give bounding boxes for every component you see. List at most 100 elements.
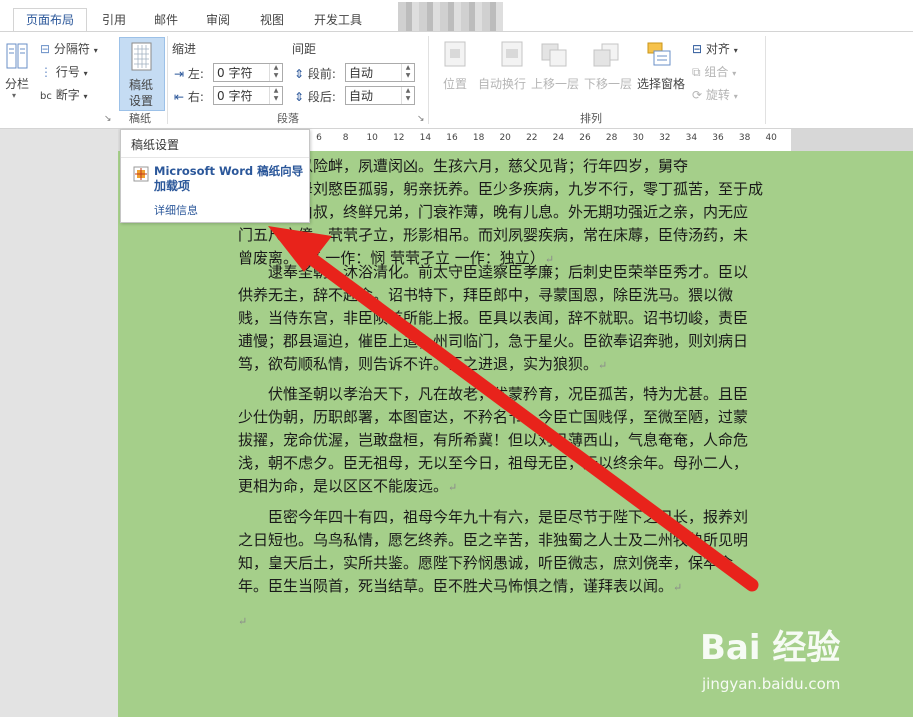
tab-mailings[interactable]: 邮件: [144, 9, 188, 31]
indent-right-icon: ⇤: [174, 90, 185, 104]
text-line: 之日短也。乌鸟私情，愿乞终养。臣之辛苦，非独蜀之人士及二州牧伯所见明: [238, 531, 749, 549]
paragraph-mark: ↵: [448, 481, 458, 494]
send-backward-button[interactable]: 下移一层: [584, 75, 632, 92]
spacing-before-icon: ⇕: [294, 67, 305, 81]
ribbon: 分栏 ▾ ⊟ 分隔符 ▾ ⋮ 行号 ▾ bc 断字 ▾ ↘ 稿纸 设置 稿纸 缩…: [0, 31, 913, 129]
hyphenation-button[interactable]: bc 断字 ▾: [40, 86, 88, 103]
position-button[interactable]: 位置: [443, 75, 467, 92]
bring-forward-button[interactable]: 上移一层: [531, 75, 579, 92]
text-line: 门五尺之僮，茕茕孑立，形影相吊。而刘夙婴疾病，常在床蓐，臣侍汤药，未: [238, 226, 749, 244]
indent-left-icon: ⇥: [174, 67, 185, 81]
indent-left-label: ⇥ 左:: [174, 67, 204, 81]
rotate-icon: ⟳: [692, 88, 703, 102]
group-button[interactable]: ⧉ 组合 ▾: [692, 63, 736, 80]
columns-icon: [6, 42, 28, 75]
paragraph-group-label: 段落: [277, 112, 299, 125]
ruler-tick-label: 40: [765, 133, 777, 143]
line-numbers-button[interactable]: ⋮ 行号 ▾: [40, 63, 88, 80]
spacing-after-input[interactable]: 自动 ▲ ▼: [345, 86, 415, 105]
manuscript-label-2: 设置: [129, 94, 154, 108]
paragraph-launcher-icon[interactable]: ↘: [417, 114, 425, 124]
spinner-arrows-icon[interactable]: ▲ ▼: [401, 87, 414, 104]
ruler-tick-label: 12: [393, 133, 405, 143]
align-button[interactable]: ⊟ 对齐 ▾: [692, 40, 738, 57]
tab-developer[interactable]: 开发工具: [306, 9, 370, 31]
baidu-watermark: Bai 经验 jingyan.baidu.com: [700, 620, 900, 710]
manuscript-label-1: 稿纸: [129, 78, 154, 92]
ruler-tick-label: 22: [526, 133, 538, 143]
hyphenation-icon: bc: [40, 91, 52, 102]
spacing-before-label: ⇕ 段前:: [294, 67, 336, 81]
manuscript-icon: [130, 42, 154, 75]
spinner-arrows-icon[interactable]: ▲ ▼: [269, 87, 282, 104]
text-line: 伏惟圣朝以孝治天下，凡在故老，犹蒙矜育，况臣孤苦，特为尤甚。且臣: [268, 385, 749, 403]
paragraph-mark: ↵: [673, 581, 683, 594]
empty-paragraph: ↵: [238, 609, 768, 633]
tab-references[interactable]: 引用: [92, 9, 136, 31]
text-line: 知，皇天后土，实所共鉴。愿陛下矜悯愚诚，听臣微志，庶刘侥幸，保卒余: [238, 554, 734, 572]
paragraph-2: 逮奉圣朝，沐浴清化。前太守臣逵察臣孝廉；后刺史臣荣举臣秀才。臣以 供养无主，辞不…: [238, 261, 768, 377]
tab-review[interactable]: 审阅: [196, 9, 240, 31]
text-line: 母志。祖母刘愍臣孤弱，躬亲抚养。臣少多疾病，九岁不行，零丁孤苦，至于成: [238, 180, 764, 198]
columns-button[interactable]: 分栏: [5, 75, 29, 92]
manuscript-tooltip: 稿纸设置 Microsoft Word 稿纸向导 加载项 详细信息: [120, 129, 310, 223]
group-icon: ⧉: [692, 65, 701, 79]
bring-forward-icon: [540, 40, 570, 71]
text-line: 贱，当侍东宫，非臣陨首所能上报。臣具以表闻，辞不就职。诏书切峻，责臣: [238, 309, 749, 327]
text-line: 笃，欲苟顺私情，则告诉不许。臣之进退，实为狼狈。↵: [238, 355, 608, 373]
wrap-text-button[interactable]: 自动换行: [478, 75, 526, 92]
paragraph-4: 臣密今年四十有四，祖母今年九十有六，是臣尽节于陛下之日长，报养刘 之日短也。乌鸟…: [238, 506, 768, 599]
spinner-arrows-icon[interactable]: ▲ ▼: [269, 64, 282, 81]
rotate-button[interactable]: ⟳ 旋转 ▾: [692, 86, 738, 103]
manuscript-settings-button[interactable]: 稿纸 设置: [119, 37, 165, 111]
selection-pane-icon: [645, 40, 675, 71]
text-line: 浅，朝不虑夕。臣无祖母，无以至今日，祖母无臣，无以终余年。母孙二人，: [238, 454, 749, 472]
ruler-tick-label: 10: [366, 133, 378, 143]
text-line: 年。臣生当陨首，死当结草。臣不胜犬马怖惧之情，谨拜表以闻。↵: [238, 577, 683, 595]
text-line: 拔擢，宠命优渥，岂敢盘桓，有所希冀！但以刘日薄西山，气息奄奄，人命危: [238, 431, 749, 449]
manuscript-group-label: 稿纸: [129, 112, 151, 125]
ruler-tick-label: 36: [712, 133, 724, 143]
text-line: 臣密今年四十有四，祖母今年九十有六，是臣尽节于陛下之日长，报养刘: [268, 508, 749, 526]
spacing-after-label: ⇕ 段后:: [294, 90, 336, 104]
left-margin-area: [0, 129, 118, 717]
position-icon: [443, 40, 467, 71]
ruler-tick-label: 18: [472, 133, 485, 143]
spinner-arrows-icon[interactable]: ▲ ▼: [401, 64, 414, 81]
text-line: 少仕伪朝，历职郎署，本图宦达，不矜名节。今臣亡国贱俘，至微至陋，过蒙: [238, 408, 749, 426]
tab-view[interactable]: 视图: [250, 9, 294, 31]
tab-page-layout[interactable]: 页面布局: [13, 8, 87, 32]
horizontal-ruler[interactable]: 6 8 10 12 14 16 18 20 22 24 26 28 30 32 34 36 38 40: [308, 129, 913, 152]
indent-left-input[interactable]: 0 字符 ▲ ▼: [213, 63, 283, 82]
group-divider: [167, 36, 168, 124]
text-line: 立。既无伯叔，终鲜兄弟，门衰祚薄，晚有儿息。外无期功强近之亲，内无应: [238, 203, 749, 221]
text-line: ……。臣以险衅，夙遭闵凶。生孩六月，慈父见背；行年四岁，舅夺: [238, 157, 689, 175]
more-info-link[interactable]: 详细信息: [154, 202, 198, 218]
watermark-url: jingyan.baidu.com: [702, 675, 841, 693]
tooltip-divider: [121, 157, 309, 158]
text-line: 更相为命，是以区区不能废远。↵: [238, 477, 458, 495]
addin-name: Microsoft Word 稿纸向导 加载项: [154, 164, 304, 193]
paragraph-mark: ↵: [238, 615, 248, 628]
ruler-tick-label: 8: [342, 133, 349, 143]
page-setup-launcher-icon[interactable]: ↘: [104, 114, 112, 124]
columns-dropdown-icon[interactable]: ▾: [12, 91, 16, 100]
ruler-tick-label: 30: [632, 133, 644, 143]
breaks-button[interactable]: ⊟ 分隔符 ▾: [40, 40, 98, 57]
ribbon-tab-bar: 页面布局 引用 邮件 审阅 视图 开发工具: [0, 0, 913, 38]
arrange-group-label: 排列: [580, 112, 602, 125]
ruler-tick-label: 38: [738, 133, 751, 143]
paragraph-1: ……。臣以险衅，夙遭闵凶。生孩六月，慈父见背；行年四岁，舅夺 母志。祖母刘愍臣孤…: [238, 155, 768, 271]
ruler-tick-label: 32: [659, 133, 671, 143]
spacing-before-input[interactable]: 自动 ▲ ▼: [345, 63, 415, 82]
ruler-tick-label: 28: [605, 133, 618, 143]
text-line: 供养无主，辞不赴命。诏书特下，拜臣郎中，寻蒙国恩，除臣洗马。猥以微: [238, 286, 734, 304]
indent-heading: 缩进: [172, 42, 197, 56]
selection-pane-button[interactable]: 选择窗格: [637, 75, 685, 92]
indent-right-input[interactable]: 0 字符 ▲ ▼: [213, 86, 283, 105]
paragraph-3: 伏惟圣朝以孝治天下，凡在故老，犹蒙矜育，况臣孤苦，特为尤甚。且臣 少仕伪朝，历职…: [238, 383, 768, 499]
ruler-margin-end: [791, 129, 913, 151]
ruler-tick-label: 16: [446, 133, 458, 143]
tooltip-title: 稿纸设置: [131, 138, 180, 152]
ruler-tick-label: 24: [552, 133, 565, 143]
